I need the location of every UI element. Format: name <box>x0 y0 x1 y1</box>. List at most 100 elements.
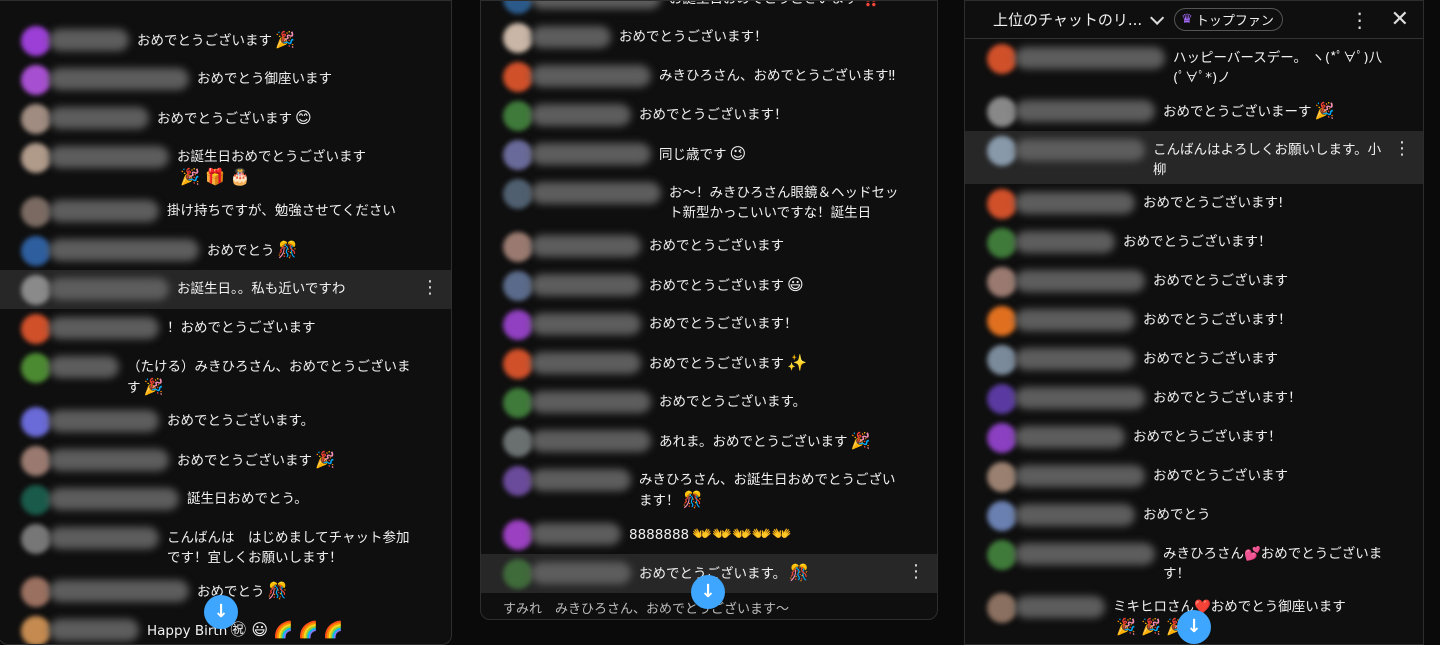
chat-message[interactable]: ハッピーバースデー。 ヽ(*ﾟ∀ﾟ)八(ﾟ∀ﾟ*)ノ <box>965 39 1423 92</box>
chat-message[interactable]: こんばんはよろしくお願いします。小柳 ⋮ <box>965 131 1423 184</box>
avatar[interactable] <box>21 65 51 95</box>
author-name-redacted[interactable] <box>531 430 651 452</box>
author-name-redacted[interactable] <box>1015 426 1125 448</box>
author-name-redacted[interactable] <box>531 65 651 87</box>
avatar[interactable] <box>987 267 1017 297</box>
chat-message[interactable]: こんばんは はじめましてチャット参加です！宜しくお願いします！ <box>0 519 451 572</box>
author-name-redacted[interactable] <box>531 562 631 584</box>
avatar[interactable] <box>987 228 1017 258</box>
author-name-redacted[interactable] <box>531 523 621 545</box>
chat-message[interactable]: お誕生日おめでとうございます 🎉 🎁 🎂 <box>0 138 451 192</box>
author-name-redacted[interactable] <box>49 619 139 641</box>
avatar[interactable] <box>503 23 533 53</box>
chat-message[interactable]: おめでとうございます！ <box>965 301 1423 340</box>
chat-message[interactable]: みきひろさん💕おめでとうございます！ <box>965 535 1423 588</box>
more-options-icon[interactable]: ⋮ <box>1350 8 1370 32</box>
avatar[interactable] <box>21 446 51 476</box>
author-name-redacted[interactable] <box>49 278 169 300</box>
author-name-redacted[interactable] <box>531 143 651 165</box>
author-name-redacted[interactable] <box>531 235 641 257</box>
chat-message[interactable]: おめでとうございます <box>965 457 1423 496</box>
chevron-down-icon[interactable] <box>1150 10 1165 25</box>
author-name-redacted[interactable] <box>531 26 611 48</box>
avatar[interactable] <box>21 616 51 644</box>
avatar[interactable] <box>503 101 533 131</box>
avatar[interactable] <box>503 62 533 92</box>
chat-message[interactable]: 掛け持ちですが、勉強させてください <box>0 192 451 231</box>
avatar[interactable] <box>503 140 533 170</box>
author-name-redacted[interactable] <box>1015 504 1135 526</box>
message-list[interactable]: おめでとうございます 🎉 おめでとう御座います おめでとうございます 😊 お誕生日おめでと… <box>0 21 451 644</box>
chat-message[interactable]: 同じ歳です 😉 <box>481 135 937 174</box>
chat-message[interactable]: おめでとうございます ✨ <box>481 344 937 383</box>
chat-mode-title[interactable]: 上位のチャットのリ... <box>993 9 1142 30</box>
avatar[interactable] <box>503 520 533 550</box>
avatar[interactable] <box>503 388 533 418</box>
author-name-redacted[interactable] <box>49 107 149 129</box>
avatar[interactable] <box>987 97 1017 127</box>
top-fan-chip[interactable]: ♛ トップファン <box>1174 8 1283 31</box>
message-menu-icon[interactable]: ⋮ <box>907 562 925 582</box>
author-name-redacted[interactable] <box>1015 192 1135 214</box>
author-name-redacted[interactable] <box>531 1 661 9</box>
chat-message[interactable]: おめでとう御座います <box>0 60 451 99</box>
avatar[interactable] <box>987 462 1017 492</box>
chat-message[interactable]: おめでとうございます 🎉 <box>0 441 451 480</box>
scroll-to-bottom-button[interactable]: ↓ <box>1177 610 1211 644</box>
author-name-redacted[interactable] <box>49 410 159 432</box>
author-name-redacted[interactable] <box>1015 309 1135 331</box>
author-name-redacted[interactable] <box>531 391 651 413</box>
chat-message[interactable]: おめでとうございます 😊 <box>0 99 451 138</box>
message-menu-icon[interactable]: ⋮ <box>421 278 439 298</box>
author-name-redacted[interactable] <box>49 68 189 90</box>
author-name-redacted[interactable] <box>49 200 159 222</box>
author-name-redacted[interactable] <box>49 239 199 261</box>
scroll-to-bottom-button[interactable]: ↓ <box>204 595 238 629</box>
author-name-redacted[interactable] <box>49 527 159 549</box>
chat-message[interactable]: みきひろさん、おめでとうございます‼ <box>481 57 937 96</box>
avatar[interactable] <box>21 577 51 607</box>
chat-message[interactable]: お誕生日おめでとうございます‼️ <box>481 1 937 18</box>
avatar[interactable] <box>503 559 533 589</box>
author-name-redacted[interactable] <box>531 313 641 335</box>
avatar[interactable] <box>503 427 533 457</box>
chat-message[interactable]: みきひろさん、お誕生日おめでとうございます！ 🎊 <box>481 461 937 515</box>
chat-message[interactable]: あれま。おめでとうございます 🎉 <box>481 422 937 461</box>
chat-message[interactable]: お〜！みきひろさん眼鏡＆ヘッドセット新型かっこいいですな！誕生日 <box>481 174 937 227</box>
chat-message[interactable]: おめでとうございます！ <box>965 379 1423 418</box>
chat-message[interactable]: おめでとうございます！ <box>481 305 937 344</box>
author-name-redacted[interactable] <box>531 274 641 296</box>
chat-message[interactable]: おめでとうございます！ <box>965 223 1423 262</box>
author-name-redacted[interactable] <box>1015 596 1105 618</box>
author-name-redacted[interactable] <box>1015 348 1135 370</box>
message-list[interactable]: おめでとう ハッピーバースデー。 ヽ(*ﾟ∀ﾟ)八(ﾟ∀ﾟ*)ノおめでとうございま… <box>965 1 1423 642</box>
avatar[interactable] <box>503 466 533 496</box>
avatar[interactable] <box>987 501 1017 531</box>
author-name-redacted[interactable] <box>49 449 169 471</box>
avatar[interactable] <box>21 275 51 305</box>
avatar[interactable] <box>21 314 51 344</box>
chat-message[interactable]: おめでとうございます！ <box>481 18 937 57</box>
chat-message[interactable]: お誕生日。。私も近いですわ ⋮ <box>0 270 451 309</box>
chat-message[interactable]: おめでとうございます！ <box>481 96 937 135</box>
avatar[interactable] <box>21 407 51 437</box>
chat-message[interactable]: （たける）みきひろさん、おめでとうございます 🎉 <box>0 348 451 402</box>
author-name-redacted[interactable] <box>1015 47 1165 69</box>
chat-message[interactable]: おめでとうございます <box>965 262 1423 301</box>
chat-message[interactable]: おめでとう 🎊 <box>0 231 451 270</box>
close-icon[interactable]: ✕ <box>1391 7 1409 32</box>
avatar[interactable] <box>987 44 1017 74</box>
author-name-redacted[interactable] <box>531 104 631 126</box>
chat-message[interactable]: おめでとうございます! <box>965 184 1423 223</box>
avatar[interactable] <box>21 143 51 173</box>
avatar[interactable] <box>21 236 51 266</box>
chat-message[interactable]: おめでとうございます 😃 <box>481 266 937 305</box>
chat-message[interactable]: おめでとうございます。 <box>481 383 937 422</box>
avatar[interactable] <box>987 136 1017 166</box>
avatar[interactable] <box>987 189 1017 219</box>
avatar[interactable] <box>503 1 533 14</box>
author-name-redacted[interactable] <box>49 29 129 51</box>
message-menu-icon[interactable]: ⋮ <box>1393 139 1411 159</box>
scroll-to-bottom-button[interactable]: ↓ <box>691 575 725 609</box>
author-name-redacted[interactable] <box>531 352 641 374</box>
